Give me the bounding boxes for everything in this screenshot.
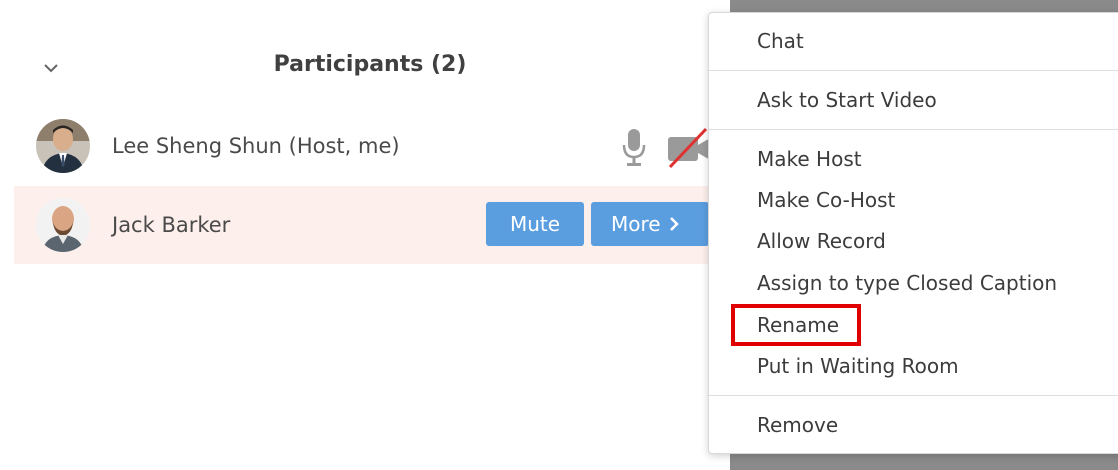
rename-highlight-box — [731, 304, 861, 346]
collapse-panel-button[interactable] — [38, 55, 64, 81]
menu-separator — [709, 70, 1118, 71]
more-button-label: More — [611, 212, 661, 236]
menu-item-make-co-host[interactable]: Make Co-Host — [757, 186, 895, 214]
mute-button[interactable]: Mute — [486, 202, 584, 246]
chevron-down-icon — [44, 64, 58, 73]
microphone-icon[interactable] — [620, 127, 648, 167]
zoom-participants-window: Participants (2) Lee Sheng Shun (Host, m… — [0, 0, 1118, 470]
participant-row-jack[interactable]: Jack Barker Mute More — [14, 186, 730, 264]
chevron-right-icon — [669, 217, 679, 231]
participants-panel: Participants (2) Lee Sheng Shun (Host, m… — [0, 0, 730, 470]
menu-item-remove[interactable]: Remove — [757, 411, 838, 439]
participant-name: Jack Barker — [112, 213, 231, 237]
menu-item-assign-closed-caption[interactable]: Assign to type Closed Caption — [757, 269, 1057, 297]
menu-item-allow-record[interactable]: Allow Record — [757, 227, 886, 255]
menu-separator — [709, 129, 1118, 130]
menu-item-ask-to-start-video[interactable]: Ask to Start Video — [757, 86, 937, 114]
participant-context-menu: Chat Ask to Start Video Make Host Make C… — [708, 12, 1118, 454]
participant-name: Lee Sheng Shun (Host, me) — [112, 134, 400, 158]
avatar-lee — [36, 119, 90, 173]
panel-title: Participants (2) — [273, 52, 467, 77]
participant-row-host[interactable]: Lee Sheng Shun (Host, me) — [14, 107, 730, 185]
menu-item-put-in-waiting-room[interactable]: Put in Waiting Room — [757, 352, 959, 380]
menu-item-chat[interactable]: Chat — [757, 27, 804, 55]
avatar-jack — [36, 198, 90, 252]
menu-item-make-host[interactable]: Make Host — [757, 145, 862, 173]
menu-separator — [709, 395, 1118, 396]
more-button[interactable]: More — [591, 202, 709, 246]
